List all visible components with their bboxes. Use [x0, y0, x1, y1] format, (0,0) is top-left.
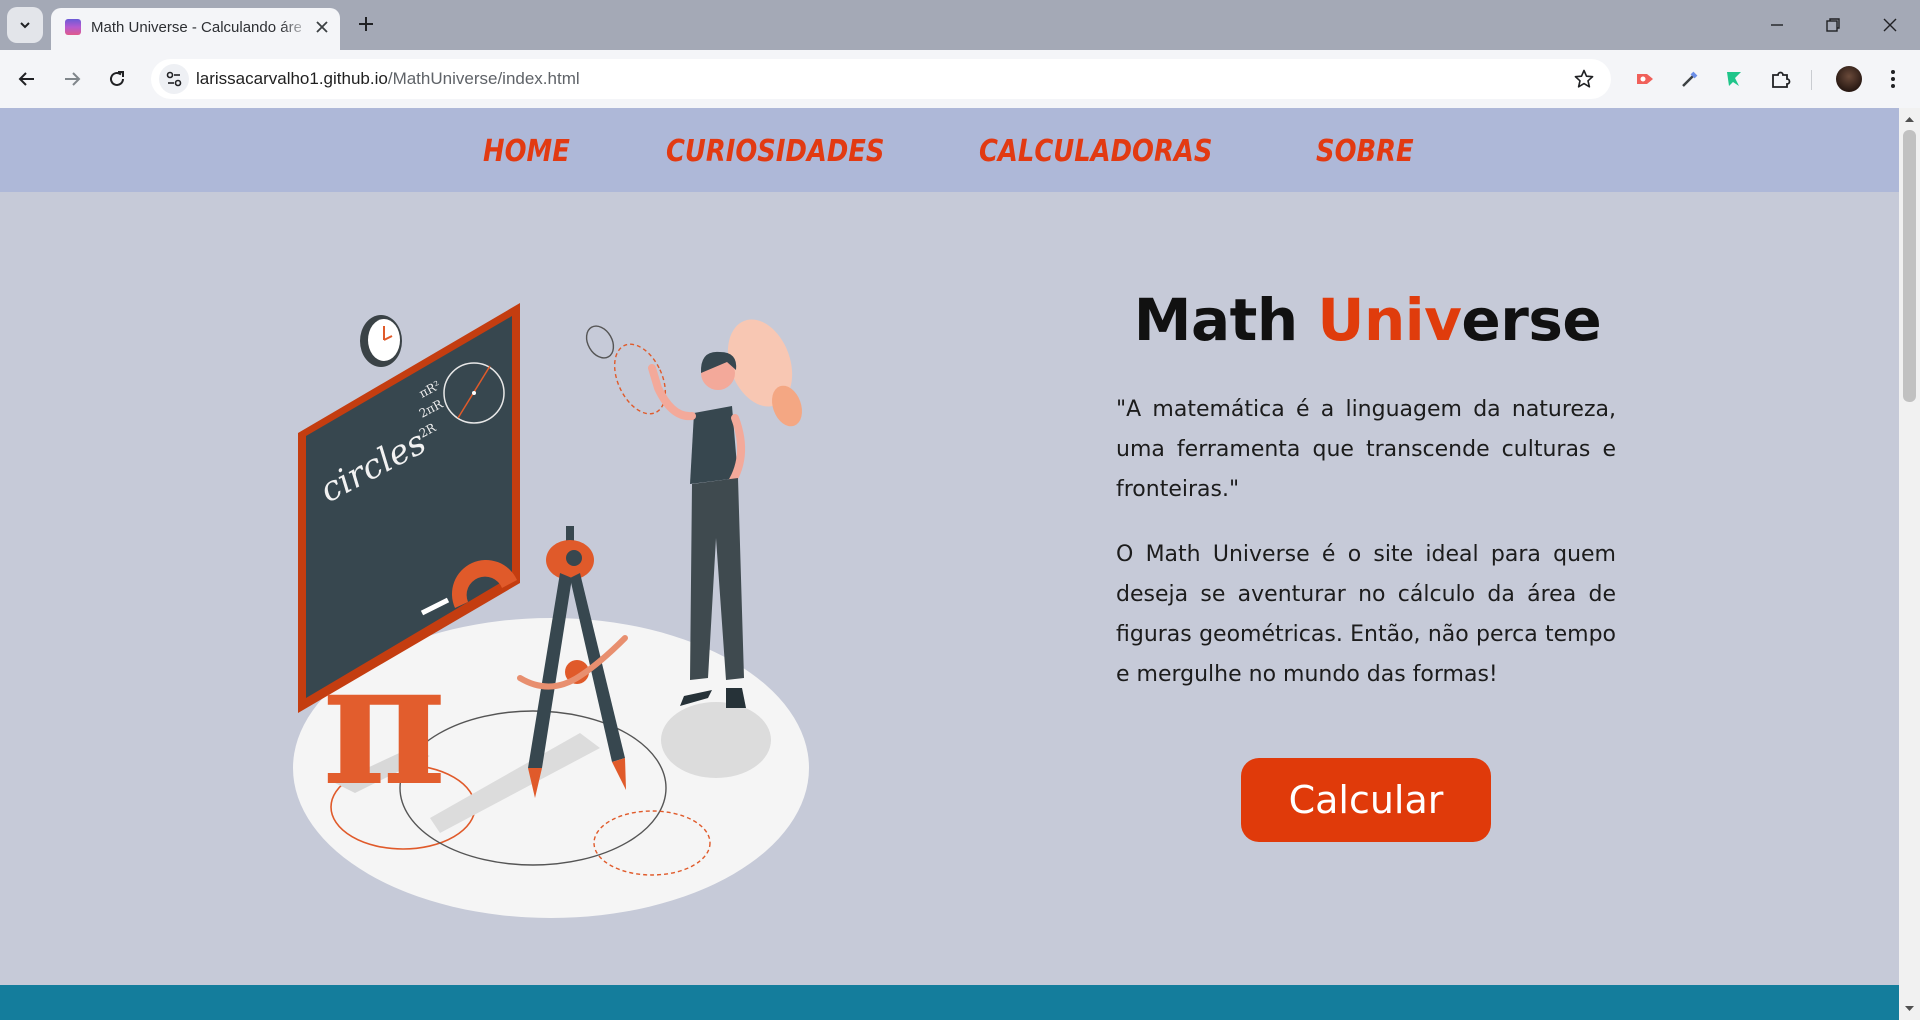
nav-calculadoras-link[interactable]: CALCULADORAS — [979, 134, 1212, 169]
bookmark-star-icon[interactable] — [1573, 68, 1595, 90]
back-icon[interactable] — [14, 66, 40, 92]
math-illustration: πR² 2πR 2R circles π — [293, 303, 809, 918]
floating-small-circle — [585, 325, 615, 359]
tab-title: Math Universe - Calculando área — [91, 19, 301, 36]
more-options-icon[interactable] — [1880, 66, 1906, 92]
nav-home-link[interactable]: HOME — [483, 134, 570, 169]
tune-icon — [166, 71, 182, 87]
pi-symbol: π — [322, 624, 446, 824]
screen-recorder-extension-icon[interactable] — [1632, 66, 1658, 92]
title-part-rest: erse — [1461, 286, 1602, 354]
nav-curiosidades-link[interactable]: CURIOSIDADES — [666, 134, 884, 169]
scroll-thumb[interactable] — [1903, 130, 1916, 402]
url-path: /MathUniverse/index.html — [387, 69, 580, 88]
footer-band — [0, 985, 1899, 1020]
site-navbar: HOME CURIOSIDADES CALCULADORAS SOBRE — [0, 108, 1899, 192]
page-viewport: HOME CURIOSIDADES CALCULADORAS SOBRE πR²… — [0, 108, 1899, 1020]
calculate-button[interactable]: Calcular — [1241, 758, 1491, 842]
close-window-icon[interactable] — [1877, 12, 1903, 38]
site-info-button[interactable] — [159, 64, 189, 94]
floating-dashed-circle — [613, 343, 667, 415]
title-part-math: Math — [1133, 286, 1318, 354]
minimize-icon[interactable] — [1764, 12, 1790, 38]
profile-avatar[interactable] — [1836, 66, 1862, 92]
page-scrollbar[interactable] — [1899, 108, 1920, 1020]
scroll-down-icon[interactable] — [1904, 1003, 1915, 1014]
scroll-up-icon[interactable] — [1904, 114, 1915, 125]
active-tab[interactable]: Math Universe - Calculando área — [51, 8, 340, 50]
new-tab-icon[interactable] — [354, 12, 378, 36]
green-extension-icon[interactable] — [1721, 66, 1747, 92]
clock-icon — [360, 315, 402, 367]
eyedropper-extension-icon[interactable] — [1677, 66, 1703, 92]
nav-sobre-link[interactable]: SOBRE — [1316, 134, 1414, 169]
extensions-puzzle-icon[interactable] — [1768, 66, 1794, 92]
browser-tab-strip: Math Universe - Calculando área — [0, 0, 1920, 50]
title-part-accent: Univ — [1317, 286, 1462, 354]
reload-icon[interactable] — [104, 66, 130, 92]
forward-icon[interactable] — [59, 66, 85, 92]
pi-statue: π — [322, 624, 446, 824]
url-text: larissacarvalho1.github.io/MathUniverse/… — [196, 69, 580, 89]
restore-icon[interactable] — [1820, 12, 1846, 38]
chevron-down-icon — [20, 22, 30, 29]
address-bar[interactable]: larissacarvalho1.github.io/MathUniverse/… — [151, 59, 1611, 99]
hero-quote: "A matemática é a linguagem da natureza,… — [1116, 397, 1616, 502]
hero-title: Math Universe — [1080, 286, 1655, 354]
hero-description: O Math Universe é o site ideal para quem… — [1116, 542, 1616, 687]
browser-toolbar: larissacarvalho1.github.io/MathUniverse/… — [0, 50, 1920, 108]
url-host: larissacarvalho1.github.io — [196, 69, 388, 88]
tab-search-button[interactable] — [7, 7, 43, 43]
close-tab-icon[interactable] — [313, 18, 331, 36]
favicon-icon — [65, 19, 81, 35]
